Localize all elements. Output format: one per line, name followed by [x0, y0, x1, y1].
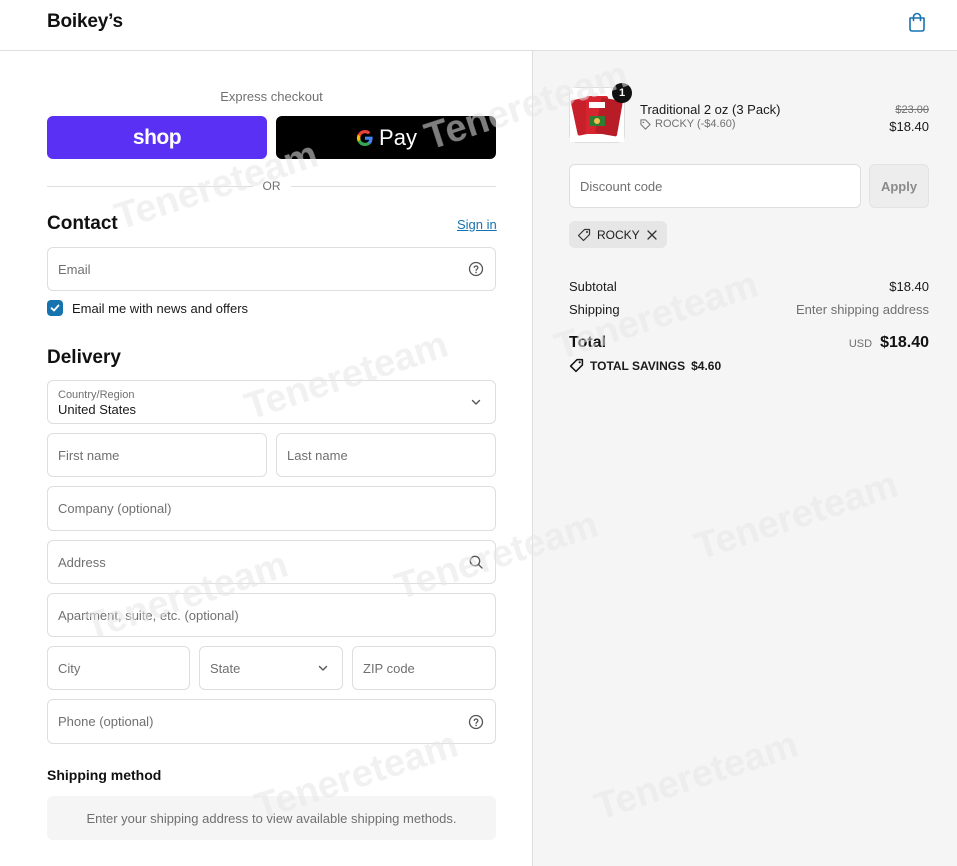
- subtotal-row: Subtotal $18.40: [569, 279, 929, 294]
- applied-code-chip: ROCKY: [569, 221, 667, 248]
- checkmark-icon: [50, 304, 60, 312]
- shipping-method-message: Enter your shipping address to view avai…: [86, 810, 457, 826]
- shipping-label: Shipping: [569, 302, 620, 317]
- tag-icon: [640, 118, 651, 130]
- close-icon[interactable]: [646, 229, 658, 241]
- city-placeholder: City: [58, 660, 81, 676]
- country-select[interactable]: Country/Region United States: [47, 380, 496, 424]
- city-field[interactable]: City: [47, 646, 190, 690]
- google-g-icon: [356, 129, 373, 146]
- contact-title: Contact: [47, 213, 118, 234]
- shipping-method-title: Shipping method: [47, 767, 162, 783]
- savings-value: $4.60: [691, 358, 722, 373]
- zip-placeholder: ZIP code: [363, 660, 415, 676]
- shop-pay-button[interactable]: shop: [47, 116, 267, 159]
- chevron-down-icon: [318, 665, 328, 671]
- company-placeholder: Company (optional): [58, 501, 172, 516]
- company-field[interactable]: Company (optional): [47, 486, 496, 531]
- email-placeholder: Email: [58, 261, 91, 277]
- total-amount: USD $18.40: [849, 334, 929, 352]
- shipping-row: Shipping Enter shipping address: [569, 302, 929, 317]
- total-label: Total: [569, 334, 607, 351]
- product-discount-label: ROCKY (-$4.60): [655, 118, 736, 130]
- newsletter-checkbox-row[interactable]: Email me with news and offers: [47, 300, 248, 316]
- total-value: $18.40: [880, 334, 929, 351]
- help-circle-icon[interactable]: [468, 714, 484, 730]
- original-price: $23.00: [895, 104, 929, 116]
- country-label: Country/Region: [58, 389, 135, 401]
- state-placeholder: State: [210, 660, 241, 676]
- apartment-field[interactable]: Apartment, suite, etc. (optional): [47, 593, 496, 637]
- apply-discount-button[interactable]: Apply: [869, 164, 929, 208]
- phone-field[interactable]: Phone (optional): [47, 699, 496, 744]
- sign-in-link[interactable]: Sign in: [457, 217, 497, 232]
- newsletter-label: Email me with news and offers: [72, 300, 249, 316]
- chevron-down-icon: [471, 399, 481, 405]
- express-checkout-label: Express checkout: [220, 89, 323, 104]
- currency-code: USD: [848, 338, 873, 350]
- discount-code-placeholder: Discount code: [580, 178, 663, 194]
- applied-code-label: ROCKY: [597, 227, 640, 242]
- subtotal-label: Subtotal: [569, 279, 617, 294]
- phone-placeholder: Phone (optional): [58, 714, 154, 729]
- state-select[interactable]: State: [199, 646, 343, 690]
- divider-line: [290, 185, 496, 187]
- subtotal-value: $18.40: [889, 279, 929, 294]
- address-field[interactable]: Address: [47, 540, 496, 584]
- google-pay-button[interactable]: Pay: [276, 116, 496, 159]
- first-name-placeholder: First name: [58, 447, 120, 463]
- help-circle-icon[interactable]: [468, 261, 484, 277]
- apartment-placeholder: Apartment, suite, etc. (optional): [58, 607, 239, 623]
- shopping-bag-icon[interactable]: [906, 11, 928, 33]
- product-discount: ROCKY (-$4.60): [640, 118, 736, 130]
- product-price: $18.40: [889, 119, 929, 134]
- delivery-title: Delivery: [47, 347, 121, 368]
- divider-line: [47, 185, 253, 187]
- total-savings: TOTAL SAVINGS $4.60: [569, 358, 721, 373]
- search-icon: [469, 555, 483, 569]
- last-name-field[interactable]: Last name: [276, 433, 496, 477]
- shipping-value: Enter shipping address: [796, 302, 929, 317]
- last-name-placeholder: Last name: [287, 447, 348, 463]
- address-placeholder: Address: [58, 554, 106, 570]
- discount-code-input[interactable]: Discount code: [569, 164, 861, 208]
- google-pay-label: Pay: [379, 124, 417, 150]
- total-row: Total USD $18.40: [569, 334, 929, 352]
- shipping-method-notice: Enter your shipping address to view avai…: [47, 796, 496, 840]
- tag-icon: [577, 228, 591, 241]
- email-field[interactable]: Email: [47, 247, 496, 291]
- shop-pay-label: shop: [132, 125, 182, 149]
- quantity-badge: 1: [612, 83, 632, 103]
- brand-logo[interactable]: Boikey’s: [47, 11, 123, 33]
- savings-label: TOTAL SAVINGS: [590, 358, 686, 373]
- tag-icon: [569, 358, 584, 373]
- checkout-header: Boikey’s: [0, 0, 957, 51]
- first-name-field[interactable]: First name: [47, 433, 267, 477]
- product-name: Traditional 2 oz (3 Pack): [640, 102, 781, 117]
- or-label: OR: [262, 179, 281, 193]
- or-divider: OR: [47, 178, 496, 194]
- country-value: United States: [58, 402, 137, 417]
- newsletter-checkbox[interactable]: [47, 300, 63, 316]
- zip-field[interactable]: ZIP code: [352, 646, 496, 690]
